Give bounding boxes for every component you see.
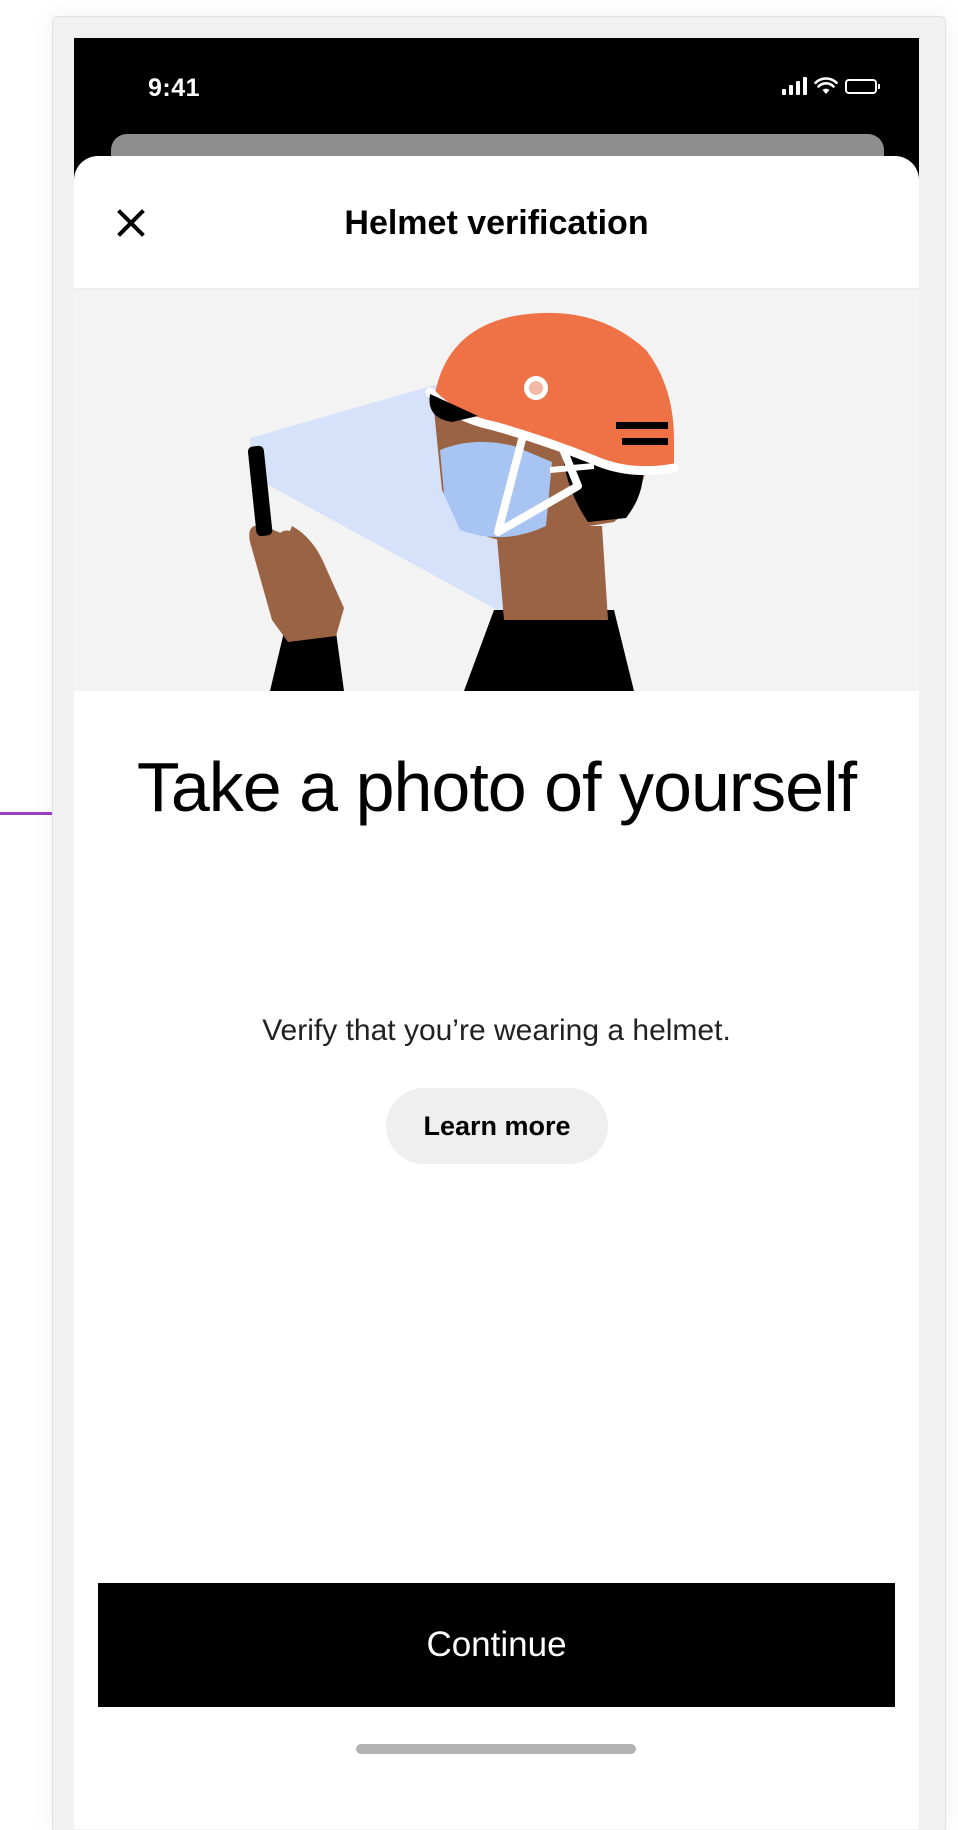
torso: [464, 610, 634, 691]
cellular-signal-icon: [782, 77, 807, 95]
helmet-vent: [622, 438, 668, 445]
status-bar: 9:41: [74, 38, 919, 130]
phone-screen: 9:41 Helmet verification Take a photo of…: [74, 38, 919, 1829]
battery-icon: [845, 78, 880, 94]
subtitle: Verify that you’re wearing a helmet.: [262, 1014, 731, 1047]
helmet-selfie-illustration: [74, 290, 919, 691]
neck: [496, 526, 608, 620]
arm-sleeve: [270, 632, 344, 691]
status-icons: [782, 74, 880, 98]
main-title: Take a photo of yourself: [136, 748, 857, 826]
modal-sheet: Helmet verification Take a photo of your…: [74, 156, 919, 1829]
status-time: 9:41: [148, 74, 201, 102]
sheet-header: Helmet verification: [74, 156, 919, 290]
helmet-vent: [616, 422, 668, 429]
learn-more-button[interactable]: Learn more: [386, 1088, 608, 1164]
continue-button[interactable]: Continue: [98, 1583, 895, 1707]
helmet-rivet-center: [529, 381, 543, 395]
helmet-selfie-illustration-art: [247, 312, 679, 691]
header-title: Helmet verification: [344, 204, 649, 242]
wifi-icon: [814, 77, 838, 94]
home-indicator: [356, 1744, 636, 1754]
